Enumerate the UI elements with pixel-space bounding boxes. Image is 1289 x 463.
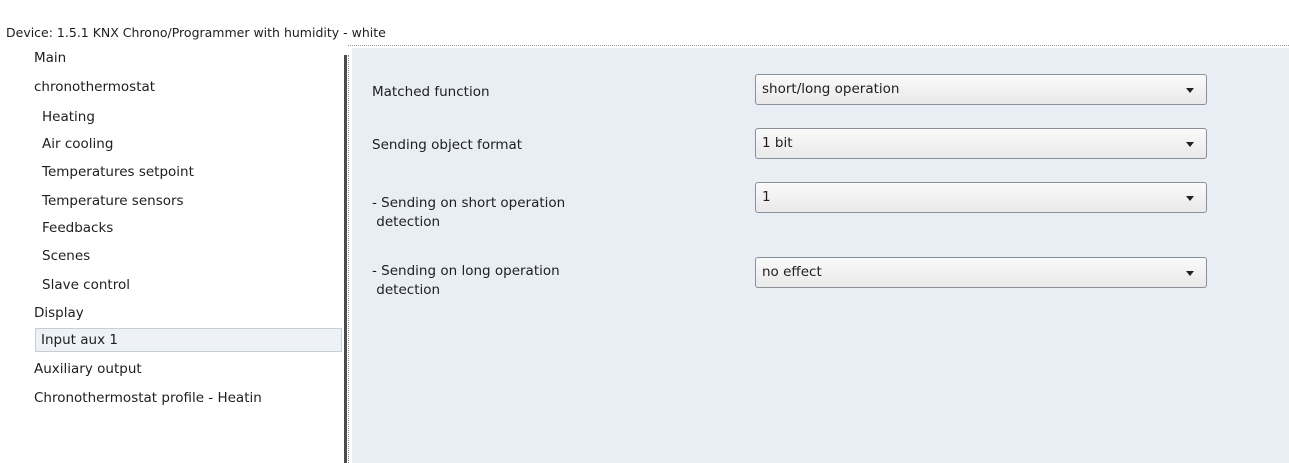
sending-object-format-dropdown[interactable]: 1 bit (755, 128, 1207, 159)
sidebar-item-input-aux-1[interactable]: Input aux 1 (35, 328, 342, 352)
sidebar-item-scenes[interactable]: Scenes (42, 245, 90, 269)
sending-short-operation-value: 1 (762, 189, 771, 205)
splitter-handle[interactable] (344, 55, 347, 463)
splitter-divider (348, 55, 349, 463)
sidebar-item-temperature-sensors[interactable]: Temperature sensors (42, 190, 184, 214)
title-divider (348, 45, 1289, 46)
sidebar-item-auxiliary-output[interactable]: Auxiliary output (34, 358, 142, 382)
title-bar: Device: 1.5.1 KNX Chrono/Programmer with… (0, 0, 1289, 46)
matched-function-value: short/long operation (762, 81, 900, 97)
sidebar-item-chronothermostat[interactable]: chronothermostat (34, 76, 155, 100)
param-label-sending-object-format: Sending object format (372, 137, 523, 153)
sidebar: Main chronothermostat Heating Air coolin… (0, 47, 344, 463)
sending-long-operation-value: no effect (762, 264, 822, 280)
window-title: Device: 1.5.1 KNX Chrono/Programmer with… (6, 25, 386, 40)
sidebar-item-heating[interactable]: Heating (42, 106, 95, 130)
sending-long-operation-dropdown[interactable]: no effect (755, 257, 1207, 288)
sidebar-item-feedbacks[interactable]: Feedbacks (42, 217, 113, 241)
param-label-line: - Sending on long operation (372, 263, 560, 279)
sidebar-item-temperatures-setpoint[interactable]: Temperatures setpoint (42, 161, 194, 185)
param-label-sending-short-operation: - Sending on short operation detection (372, 194, 672, 232)
chevron-down-icon (1186, 196, 1194, 201)
chevron-down-icon (1186, 271, 1194, 276)
param-label-line: - Sending on short operation (372, 195, 566, 211)
param-label-matched-function: Matched function (372, 84, 490, 100)
sidebar-item-display[interactable]: Display (34, 302, 84, 326)
sidebar-item-main[interactable]: Main (34, 47, 66, 71)
sidebar-item-slave-control[interactable]: Slave control (42, 274, 130, 298)
sidebar-item-chronothermostat-profile-heating[interactable]: Chronothermostat profile - Heatin (34, 387, 262, 411)
chevron-down-icon (1186, 88, 1194, 93)
chevron-down-icon (1186, 142, 1194, 147)
matched-function-dropdown[interactable]: short/long operation (755, 74, 1207, 105)
sending-short-operation-dropdown[interactable]: 1 (755, 182, 1207, 213)
sidebar-item-air-cooling[interactable]: Air cooling (42, 133, 113, 157)
sending-object-format-value: 1 bit (762, 135, 793, 151)
parameters-panel: Matched function short/long operation Se… (352, 48, 1289, 463)
param-label-line: detection (372, 282, 441, 298)
param-label-sending-long-operation: - Sending on long operation detection (372, 262, 672, 300)
param-label-line: detection (372, 214, 441, 230)
